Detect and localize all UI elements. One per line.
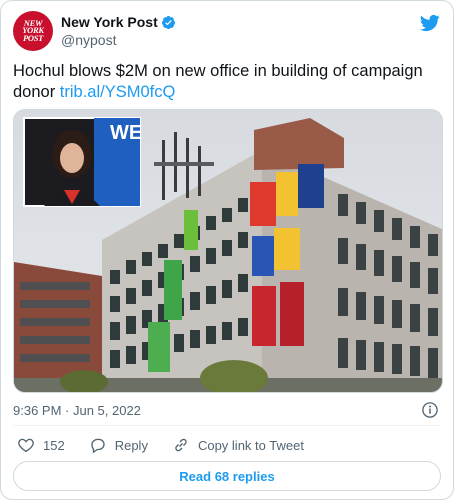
verified-badge-icon [161,15,175,29]
avatar-text-line-3: POST [22,32,44,43]
inset-banner-text: WE [110,122,143,144]
handle[interactable]: @nypost [61,31,176,49]
display-name-row[interactable]: New York Post [61,13,176,31]
copy-link-label: Copy link to Tweet [197,437,304,453]
reply-label: Reply [114,437,148,453]
reply-icon [91,438,105,454]
tweet-text: Hochul blows $2M on new office in buildi… [13,61,433,103]
link-icon [175,438,187,452]
tweet-header: NEW YORK POST New York Post @nypost [13,11,441,53]
twitter-bird-icon[interactable] [419,13,441,33]
read-replies-label: Read 68 replies [179,468,275,484]
like-button[interactable]: 152 [17,436,65,454]
tweet-link[interactable]: trib.al/YSM0fcQ [60,83,176,101]
tweet-card: NEW YORK POST New York Post @nypost Hoch… [0,0,454,500]
heart-icon [18,438,34,453]
tweet-actions: 152 Reply Copy link to Tweet [17,435,328,455]
copy-link-button[interactable]: Copy link to Tweet [172,436,304,454]
reply-button[interactable]: Reply [89,436,148,454]
display-name[interactable]: New York Post [61,13,158,31]
tweet-media-image[interactable]: WE [13,109,443,393]
info-icon[interactable] [421,401,439,419]
building-photo [14,110,442,392]
tweet-timestamp[interactable]: 9:36 PM · Jun 5, 2022 [13,403,141,418]
divider [13,425,441,426]
avatar[interactable]: NEW YORK POST [13,11,53,51]
like-count: 152 [43,437,65,453]
author-names: New York Post @nypost [61,13,176,49]
read-replies-button[interactable]: Read 68 replies [13,461,441,491]
